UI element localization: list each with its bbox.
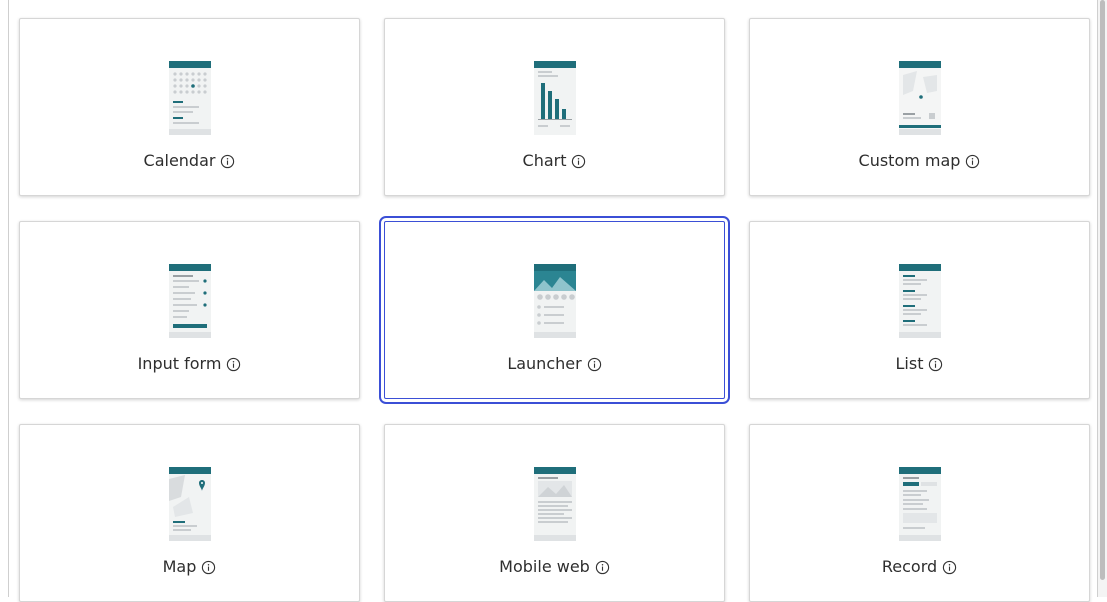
template-label: Custom map [858,151,961,170]
template-card-input-form[interactable]: Input form [19,221,360,399]
template-label: Calendar [143,151,216,170]
template-grid: Calendar Chart Custom map Input form Lau… [19,18,1090,602]
template-label: Input form [137,354,222,373]
template-card-launcher[interactable]: Launcher [379,216,730,404]
template-card-chart[interactable]: Chart [384,18,725,196]
map-thumbnail [168,467,211,541]
info-circle-icon[interactable] [595,560,610,575]
template-card-list[interactable]: List [749,221,1090,399]
template-label: Launcher [507,354,582,373]
info-circle-icon[interactable] [220,154,235,169]
template-label: Map [162,557,197,576]
launcher-thumbnail [533,264,576,338]
list-thumbnail [898,264,941,338]
custom-map-thumbnail [898,61,941,135]
info-circle-icon[interactable] [965,154,980,169]
template-card-calendar[interactable]: Calendar [19,18,360,196]
info-circle-icon[interactable] [587,357,602,372]
template-card-map[interactable]: Map [19,424,360,602]
chart-thumbnail [533,61,576,135]
info-circle-icon[interactable] [571,154,586,169]
info-circle-icon[interactable] [942,560,957,575]
template-card-mobile-web[interactable]: Mobile web [384,424,725,602]
template-label: Chart [522,151,567,170]
template-label: Mobile web [499,557,590,576]
template-card-custom-map[interactable]: Custom map [749,18,1090,196]
template-card-record[interactable]: Record [749,424,1090,602]
template-label: List [895,354,924,373]
calendar-thumbnail [168,61,211,135]
mobile-web-thumbnail [533,467,576,541]
record-thumbnail [898,467,941,541]
input-form-thumbnail [168,264,211,338]
template-label: Record [881,557,938,576]
info-circle-icon[interactable] [928,357,943,372]
info-circle-icon[interactable] [201,560,216,575]
scrollbar-thumb[interactable] [1100,0,1105,580]
info-circle-icon[interactable] [226,357,241,372]
